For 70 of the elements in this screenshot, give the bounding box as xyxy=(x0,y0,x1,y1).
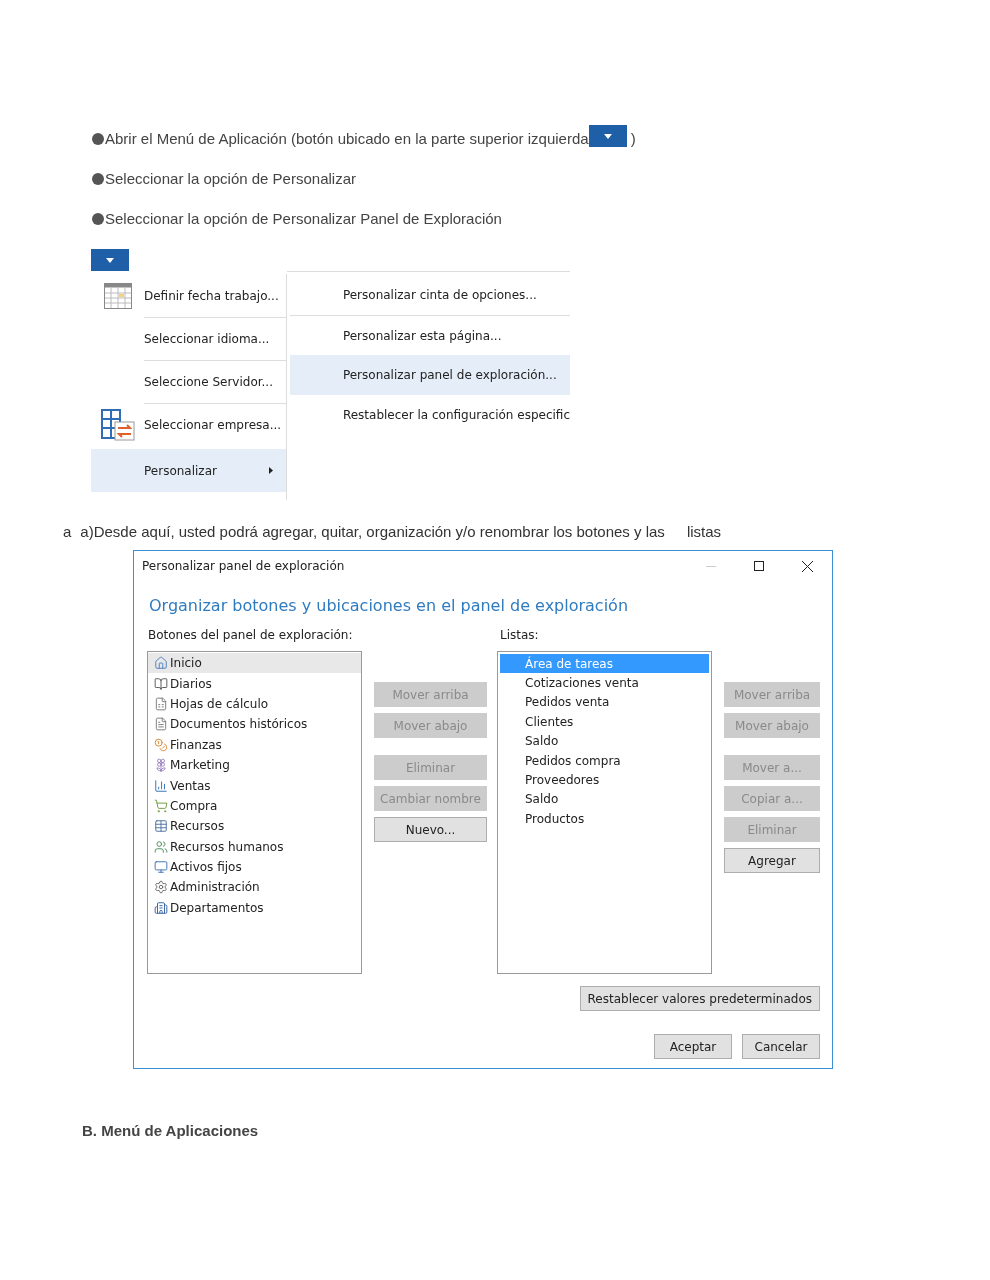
list-item[interactable]: Recursos xyxy=(148,816,361,837)
step-text: Seleccionar la opción de Personalizar Panel de Exploración xyxy=(105,208,502,229)
list-item[interactable]: Cotizaciones venta xyxy=(500,673,709,693)
list-item[interactable]: Compra xyxy=(148,795,361,817)
book-icon xyxy=(154,676,168,691)
caption-text: listas xyxy=(686,521,722,542)
list-item[interactable]: Hojas de cálculo xyxy=(148,693,361,715)
house-icon xyxy=(154,656,168,671)
dialog-button[interactable]: Agregar xyxy=(724,848,820,873)
caption-text: a)Desde aquí, usted podrá agregar, quitar, organización y/o renombrar los botones y las xyxy=(80,521,665,542)
flower-icon xyxy=(154,758,168,773)
close-icon[interactable] xyxy=(802,560,813,572)
people-icon xyxy=(154,839,168,854)
step-text: Seleccionar la opción de Personalizar xyxy=(105,168,356,189)
ok-button[interactable]: Aceptar xyxy=(654,1034,732,1059)
list-item[interactable]: Documentos históricos xyxy=(148,714,361,735)
bullet-icon xyxy=(92,213,104,225)
reset-button[interactable]: Restablecer valores predeterminados xyxy=(579,986,820,1011)
window-title: Personalizar panel de exploración xyxy=(142,558,346,575)
monitor-icon xyxy=(154,860,168,875)
table-icon xyxy=(154,819,168,834)
bullet-icon xyxy=(92,173,104,185)
maximize-icon[interactable] xyxy=(754,561,764,571)
calendar-icon xyxy=(103,282,132,309)
dialog-heading: Organizar botones y ubicaciones en el panel de exploración xyxy=(149,595,630,617)
spreadsheet-icon xyxy=(154,696,168,711)
menu-dropdown-button[interactable] xyxy=(588,125,627,147)
list-item[interactable]: Productos xyxy=(500,809,709,829)
bar-chart-icon xyxy=(154,778,168,793)
document-icon xyxy=(154,717,168,732)
list-item[interactable]: Saldo xyxy=(500,789,709,810)
list-item[interactable]: Marketing xyxy=(148,754,361,776)
building-icon xyxy=(154,900,168,915)
section-heading: B. Menú de Aplicaciones xyxy=(82,1121,260,1141)
list-item[interactable]: Diarios xyxy=(148,673,361,694)
menu-item[interactable]: Restablecer la configuración especific xyxy=(289,395,570,435)
menu-item[interactable]: Seleccione Servidor... xyxy=(91,360,286,403)
list-item[interactable]: Administración xyxy=(148,877,361,898)
gear-icon xyxy=(154,880,168,895)
list-label: Botones del panel de exploración: xyxy=(148,627,354,644)
cancel-button[interactable]: Cancelar xyxy=(742,1034,820,1059)
menu-item[interactable]: Seleccionar idioma... xyxy=(91,317,286,360)
list-item[interactable]: Inicio xyxy=(148,653,361,674)
step-text: Abrir el Menú de Aplicación (botón ubicado en la parte superior izquierda xyxy=(105,128,589,149)
list-item[interactable]: Recursos humanos xyxy=(148,836,361,857)
menu-dropdown-button[interactable] xyxy=(91,249,129,271)
coins-icon xyxy=(154,737,168,752)
cart-icon xyxy=(154,798,168,813)
list-item[interactable]: Proveedores xyxy=(500,770,709,790)
menu-item[interactable]: Definir fecha trabajo... xyxy=(91,274,286,317)
list-item[interactable]: Finanzas xyxy=(148,734,361,755)
list-item[interactable]: Departamentos xyxy=(148,897,361,919)
table-arrows-icon xyxy=(100,408,135,441)
menu-item[interactable]: Seleccionar empresa... xyxy=(91,403,286,446)
caption-marker: a xyxy=(63,521,72,542)
list-item[interactable]: Pedidos compra xyxy=(500,750,709,771)
list-item[interactable]: Ventas xyxy=(148,775,361,796)
menu-item[interactable]: Personalizar xyxy=(91,449,286,492)
step-text: ) xyxy=(630,128,636,149)
dialog-button[interactable]: Nuevo... xyxy=(374,817,487,842)
list-label: Listas: xyxy=(500,627,540,644)
list-item[interactable]: Clientes xyxy=(500,712,709,732)
list-item[interactable]: Saldo xyxy=(500,731,709,751)
list-item[interactable]: Pedidos venta xyxy=(500,692,709,713)
caret-icon xyxy=(603,133,612,139)
menu-item[interactable]: Personalizar cinta de opciones... xyxy=(289,275,570,315)
menu-item[interactable]: Personalizar panel de exploración... xyxy=(289,355,570,395)
list-item[interactable]: Activos fijos xyxy=(148,856,361,878)
caret-icon xyxy=(106,257,114,263)
bullet-icon xyxy=(92,133,104,145)
